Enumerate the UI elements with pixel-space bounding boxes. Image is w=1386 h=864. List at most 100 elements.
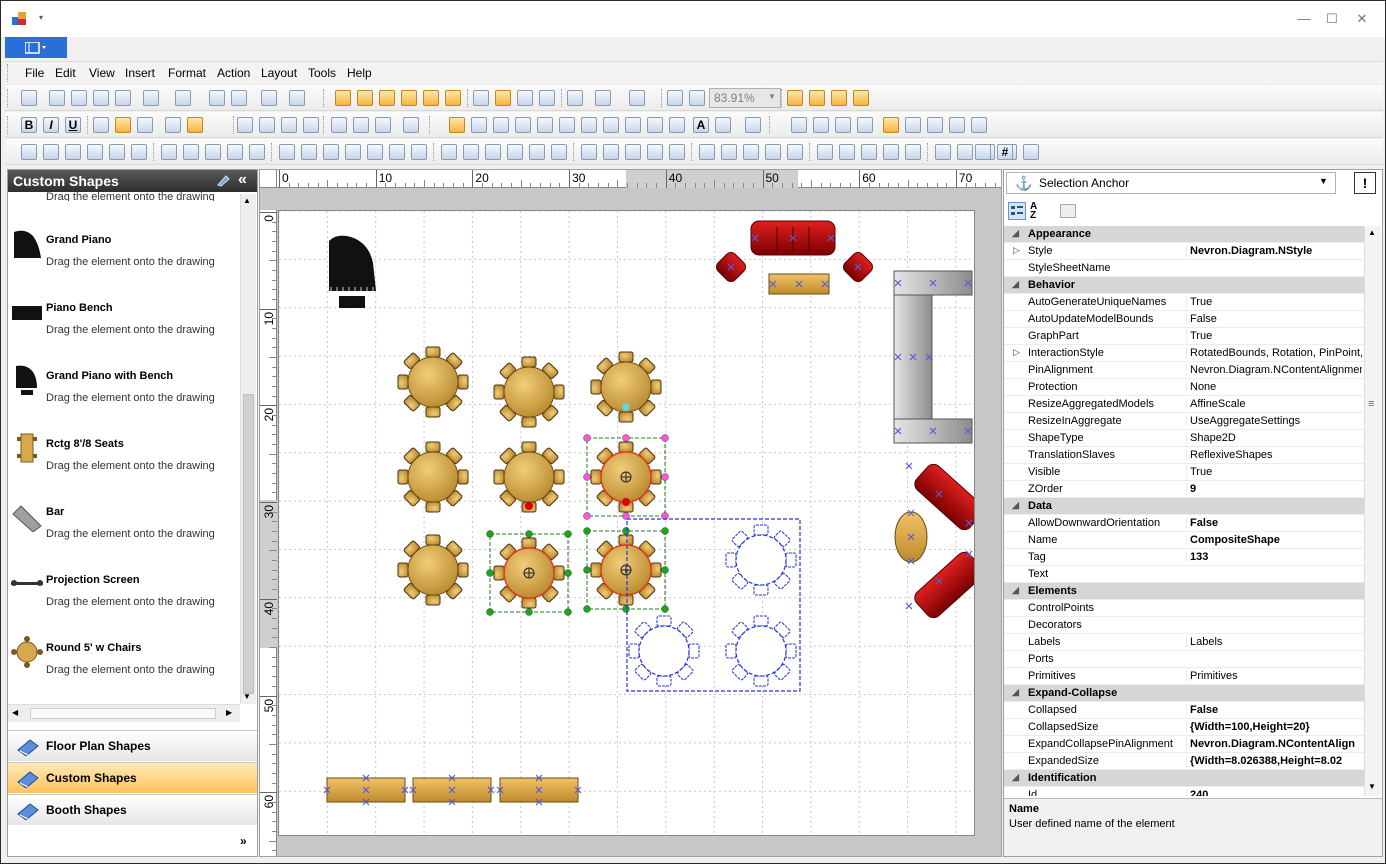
toolbar-grip[interactable]	[7, 64, 10, 82]
hash-icon[interactable]: #	[997, 144, 1013, 160]
property-value[interactable]: 240	[1186, 789, 1362, 796]
round-table-with-chairs[interactable]	[493, 441, 565, 513]
property-row[interactable]: TranslationSlaves ReflexiveShapes	[1004, 447, 1364, 464]
property-value[interactable]: None	[1186, 381, 1362, 393]
line-tool-icon[interactable]	[515, 117, 531, 133]
layout-action-22-icon[interactable]	[507, 144, 523, 160]
collapse-category-icon[interactable]: ◢	[1012, 687, 1019, 698]
menu-action[interactable]: Action	[217, 66, 250, 80]
layout-action-16-icon[interactable]	[367, 144, 383, 160]
property-row[interactable]: Name CompositeShape	[1004, 532, 1364, 549]
alphabetical-sort-icon[interactable]: AZ	[1030, 202, 1048, 221]
property-row[interactable]: GraphPart True	[1004, 328, 1364, 345]
lightning-icon[interactable]	[403, 117, 419, 133]
layout-action-40-icon[interactable]	[935, 144, 951, 160]
pin-point-marker[interactable]	[905, 602, 913, 610]
pan-icon[interactable]	[495, 90, 511, 106]
resize-handle[interactable]	[661, 434, 669, 442]
italic-icon[interactable]: I	[43, 117, 59, 133]
align-right-icon[interactable]	[137, 117, 153, 133]
library-item[interactable]: Piano Bench Drag the element onto the dra…	[8, 294, 240, 362]
layout-action-27-icon[interactable]	[625, 144, 641, 160]
resize-handle[interactable]	[564, 530, 572, 538]
round-table-with-chairs[interactable]	[628, 615, 700, 687]
menu-file[interactable]: File	[25, 66, 44, 80]
layout-action-14-icon[interactable]	[323, 144, 339, 160]
copy-icon[interactable]	[71, 90, 87, 106]
align-left-icon[interactable]	[93, 117, 109, 133]
zoom-in-icon[interactable]	[667, 90, 683, 106]
shadow-icon[interactable]	[281, 117, 297, 133]
property-value[interactable]: True	[1186, 296, 1362, 308]
sofa-shape[interactable]	[750, 220, 836, 256]
resize-handle[interactable]	[525, 530, 533, 538]
chevron-down-icon[interactable]: ▼	[768, 92, 776, 101]
property-row[interactable]: Tag 133	[1004, 549, 1364, 566]
layout-action-34-icon[interactable]	[787, 144, 803, 160]
scroll-down-icon[interactable]: ▼	[243, 692, 251, 701]
print-icon[interactable]	[209, 90, 225, 106]
control-point[interactable]	[622, 498, 630, 506]
control-point[interactable]	[525, 502, 533, 510]
toolbar-grip[interactable]	[7, 116, 10, 134]
resize-handle[interactable]	[486, 608, 494, 616]
minimize-button[interactable]: —	[1289, 9, 1319, 29]
resize-handle[interactable]	[583, 512, 591, 520]
expand-property-icon[interactable]: ▷	[1013, 245, 1020, 256]
help-icon[interactable]	[289, 90, 305, 106]
resize-handle[interactable]	[583, 434, 591, 442]
property-value[interactable]: ReflexiveShapes	[1186, 449, 1362, 461]
layout-action-18-icon[interactable]	[411, 144, 427, 160]
align-grid-icon[interactable]	[809, 90, 825, 106]
library-item[interactable]: Projection Screen Drag the element onto t…	[8, 566, 240, 634]
property-value[interactable]: 9	[1186, 483, 1362, 495]
round-table-with-chairs[interactable]	[397, 534, 469, 606]
maximize-button[interactable]: ☐	[1317, 9, 1347, 29]
toolbar-grip[interactable]	[323, 116, 326, 134]
redo-icon[interactable]	[175, 90, 191, 106]
layout-action-25-icon[interactable]	[581, 144, 597, 160]
underline-icon[interactable]: U	[65, 117, 81, 133]
library-item[interactable]: Grand Piano Drag the element onto the dra…	[8, 226, 240, 294]
menu-tools[interactable]: Tools	[308, 66, 336, 80]
snap-icon[interactable]	[401, 90, 417, 106]
property-row[interactable]: ExpandedSize {Width=8.026388,Height=8.02	[1004, 753, 1364, 770]
layout-action-9-icon[interactable]	[205, 144, 221, 160]
property-row[interactable]: ControlPoints	[1004, 600, 1364, 617]
bench-shape[interactable]	[323, 774, 409, 806]
open-icon[interactable]	[813, 117, 829, 133]
lock-icon[interactable]	[787, 90, 803, 106]
text-tool-icon[interactable]: A	[693, 117, 709, 133]
align-top-icon[interactable]	[165, 117, 181, 133]
layout-action-37-icon[interactable]	[861, 144, 877, 160]
paste-icon[interactable]	[93, 90, 109, 106]
new-document-icon[interactable]	[791, 117, 807, 133]
undo-icon[interactable]	[143, 90, 159, 106]
zoom-combo[interactable]: 83.91% ▼	[709, 88, 781, 108]
hscroll-thumb[interactable]	[30, 708, 216, 719]
curve-tool-icon[interactable]	[559, 117, 575, 133]
panel-library-icon[interactable]	[883, 117, 899, 133]
magnify-icon[interactable]	[517, 90, 533, 106]
table-grid-icon[interactable]	[567, 90, 583, 106]
align-center-icon[interactable]	[115, 117, 131, 133]
lasso-tool-icon[interactable]	[745, 117, 761, 133]
property-row[interactable]: Primitives Primitives	[1004, 668, 1364, 685]
drawing-page[interactable]	[278, 210, 975, 836]
toolbar-grip[interactable]	[769, 116, 772, 134]
menu-edit[interactable]: Edit	[55, 66, 76, 80]
library-group-button[interactable]: Floor Plan Shapes	[8, 730, 257, 761]
property-value[interactable]: {Width=100,Height=20}	[1186, 721, 1362, 733]
property-pages-icon[interactable]	[1060, 204, 1076, 218]
toolbar-grip[interactable]	[661, 89, 664, 107]
resize-handle[interactable]	[661, 605, 669, 613]
toolbar-grip[interactable]	[809, 143, 812, 161]
collapse-category-icon[interactable]: ◢	[1012, 772, 1019, 783]
edit-library-icon[interactable]	[216, 173, 232, 187]
cut-icon[interactable]	[49, 90, 65, 106]
toolbar-grip[interactable]	[781, 89, 784, 107]
property-value[interactable]: Shape2D	[1186, 432, 1362, 444]
property-category[interactable]: ◢ Behavior	[1004, 277, 1364, 294]
property-row[interactable]: Id 240	[1004, 787, 1364, 796]
pointer-tool-icon[interactable]	[449, 117, 465, 133]
